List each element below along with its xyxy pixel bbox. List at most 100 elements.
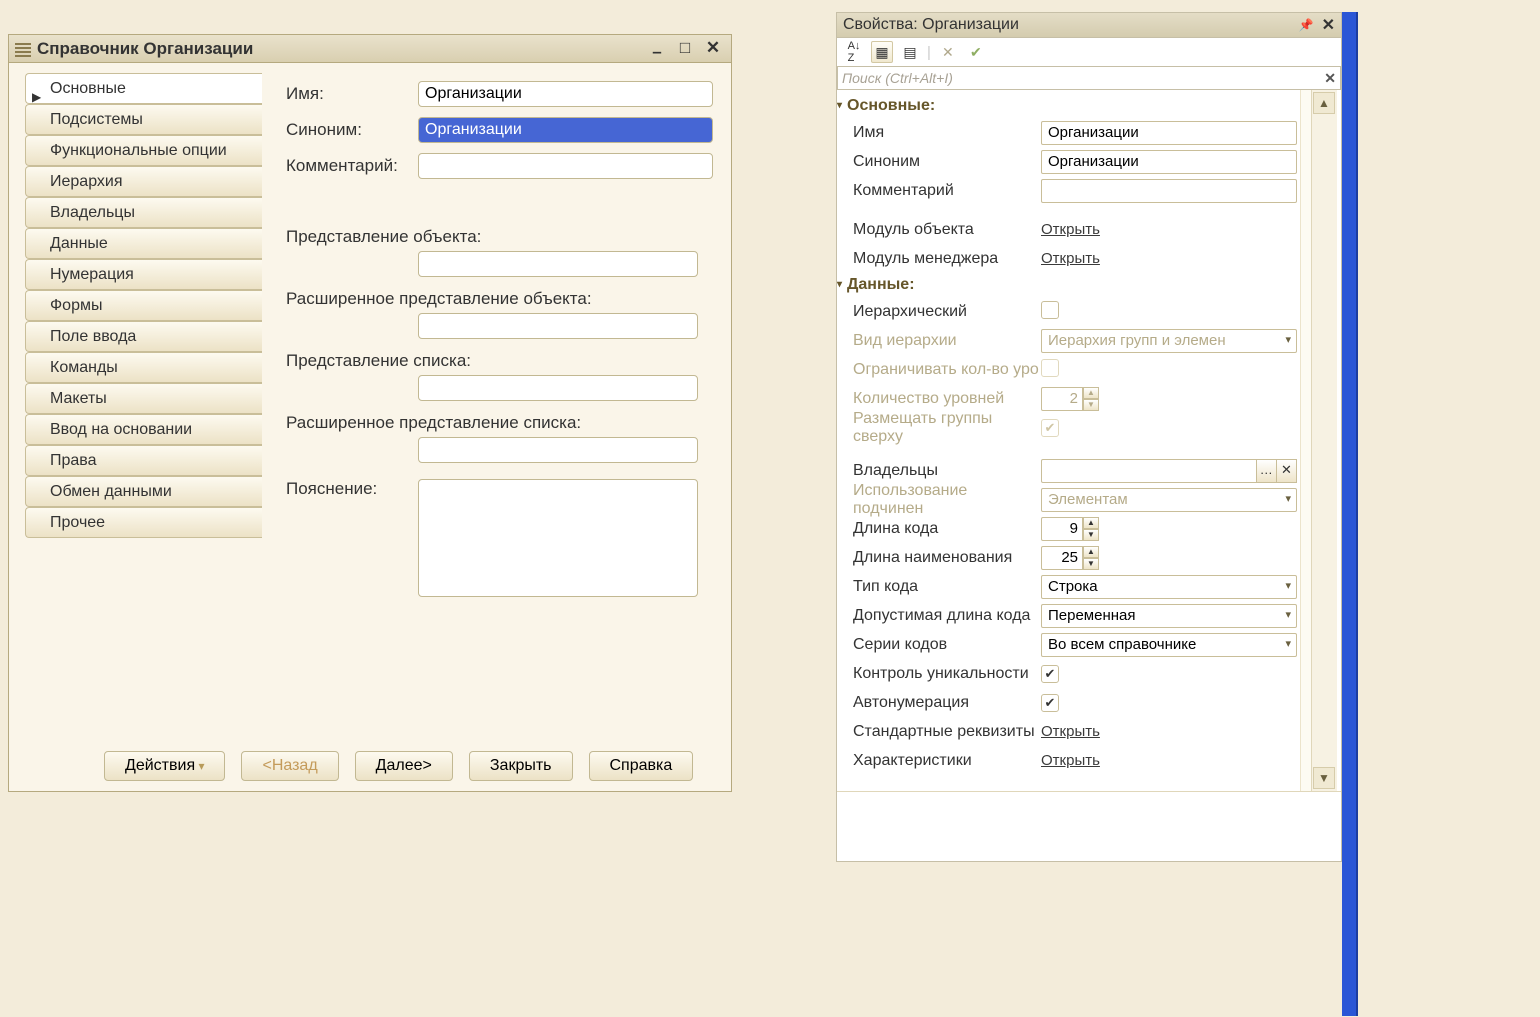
nav-exchange[interactable]: Обмен данными bbox=[25, 476, 262, 507]
nav-hierarchy[interactable]: Иерархия bbox=[25, 166, 262, 197]
p-subord-select bbox=[1041, 488, 1297, 512]
section-main[interactable]: Основные: bbox=[837, 94, 1341, 118]
p-mgr-module-open[interactable]: Открыть bbox=[1041, 250, 1100, 267]
obj-repr-input[interactable] bbox=[418, 251, 698, 277]
ext-list-repr-input[interactable] bbox=[418, 437, 698, 463]
p-code-type-select[interactable] bbox=[1041, 575, 1297, 599]
p-code-len-spin[interactable]: ▲▼ bbox=[1041, 517, 1297, 541]
delete-icon[interactable]: ✕ bbox=[937, 41, 959, 63]
nav-other[interactable]: Прочее bbox=[25, 507, 262, 538]
p-owners-select-button[interactable]: … bbox=[1257, 459, 1277, 483]
p-char-label: Характеристики bbox=[853, 752, 1041, 770]
ext-obj-repr-input[interactable] bbox=[418, 313, 698, 339]
explain-textarea[interactable] bbox=[418, 479, 698, 597]
p-levels-spin: ▲▼ bbox=[1041, 387, 1297, 411]
p-groups-top-label: Размещать группы сверху bbox=[853, 410, 1041, 446]
close-button[interactable]: Закрыть bbox=[469, 751, 573, 781]
properties-panel: Свойства: Организации 📌 ✕ A↓Z ▦ ▤ | ✕ ✔ … bbox=[836, 12, 1342, 862]
p-hier-type-label: Вид иерархии bbox=[853, 332, 1041, 350]
property-pages-icon[interactable]: ▤ bbox=[899, 41, 921, 63]
nav-column: Основные Подсистемы Функциональные опции… bbox=[9, 63, 262, 741]
comment-label: Комментарий: bbox=[286, 156, 418, 176]
nav-owners[interactable]: Владельцы bbox=[25, 197, 262, 228]
catalog-icon bbox=[15, 41, 31, 57]
synonym-label: Синоним: bbox=[286, 120, 418, 140]
p-comment-input[interactable] bbox=[1041, 179, 1297, 203]
minimize-button[interactable] bbox=[645, 39, 669, 59]
p-owners-input[interactable] bbox=[1041, 459, 1257, 483]
p-name-len-spin[interactable]: ▲▼ bbox=[1041, 546, 1297, 570]
p-synonym-input[interactable] bbox=[1041, 150, 1297, 174]
name-label: Имя: bbox=[286, 84, 418, 104]
next-button[interactable]: Далее> bbox=[355, 751, 453, 781]
section-data[interactable]: Данные: bbox=[837, 273, 1341, 297]
panel-search[interactable]: Поиск (Ctrl+Alt+I) ✕ bbox=[837, 66, 1341, 90]
scroll-rail-outer[interactable] bbox=[1311, 90, 1337, 791]
app-right-splitter[interactable] bbox=[1342, 12, 1356, 1016]
panel-description-area bbox=[837, 791, 1341, 861]
search-clear-icon[interactable]: ✕ bbox=[1324, 70, 1336, 87]
nav-main[interactable]: Основные bbox=[25, 73, 262, 104]
p-std-attr-open[interactable]: Открыть bbox=[1041, 723, 1100, 740]
pin-icon[interactable]: 📌 bbox=[1299, 18, 1314, 32]
p-owners-clear-button[interactable]: ✕ bbox=[1277, 459, 1297, 483]
apply-icon[interactable]: ✔ bbox=[965, 41, 987, 63]
actions-button[interactable]: Действия bbox=[104, 751, 225, 781]
panel-title: Свойства: Организации bbox=[843, 16, 1019, 34]
comment-input[interactable] bbox=[418, 153, 713, 179]
p-obj-module-label: Модуль объекта bbox=[853, 221, 1041, 239]
p-mgr-module-label: Модуль менеджера bbox=[853, 250, 1041, 268]
p-owners-label: Владельцы bbox=[853, 462, 1041, 480]
app-right-edge bbox=[1356, 12, 1358, 1016]
p-name-input[interactable] bbox=[1041, 121, 1297, 145]
p-hier-type-select bbox=[1041, 329, 1297, 353]
nav-rights[interactable]: Права bbox=[25, 445, 262, 476]
synonym-input[interactable] bbox=[418, 117, 713, 143]
panel-close-button[interactable]: ✕ bbox=[1322, 15, 1335, 35]
p-levels-label: Количество уровней bbox=[853, 390, 1041, 408]
explain-label: Пояснение: bbox=[286, 479, 418, 597]
nav-input-field[interactable]: Поле ввода bbox=[25, 321, 262, 352]
list-repr-input[interactable] bbox=[418, 375, 698, 401]
p-autonum-check[interactable]: ✔ bbox=[1041, 694, 1059, 712]
ext-list-repr-label: Расширенное представление списка: bbox=[286, 413, 713, 433]
window-titlebar[interactable]: Справочник Организации bbox=[9, 35, 731, 63]
search-placeholder: Поиск (Ctrl+Alt+I) bbox=[842, 70, 953, 86]
p-synonym-label: Синоним bbox=[853, 153, 1041, 171]
back-button[interactable]: <Назад bbox=[241, 751, 338, 781]
p-code-series-select[interactable] bbox=[1041, 633, 1297, 657]
nav-commands[interactable]: Команды bbox=[25, 352, 262, 383]
p-char-open[interactable]: Открыть bbox=[1041, 752, 1100, 769]
panel-toolbar: A↓Z ▦ ▤ | ✕ ✔ bbox=[837, 38, 1341, 66]
p-allowed-len-select[interactable] bbox=[1041, 604, 1297, 628]
sort-az-icon[interactable]: A↓Z bbox=[843, 41, 865, 63]
nav-templates[interactable]: Макеты bbox=[25, 383, 262, 414]
name-input[interactable] bbox=[418, 81, 713, 107]
window-close-button[interactable] bbox=[701, 39, 725, 59]
p-allowed-len-label: Допустимая длина кода bbox=[853, 607, 1041, 625]
p-std-attr-label: Стандартные реквизиты bbox=[853, 723, 1041, 741]
window-footer: Действия <Назад Далее> Закрыть Справка bbox=[9, 741, 731, 791]
nav-func-options[interactable]: Функциональные опции bbox=[25, 135, 262, 166]
nav-input-on-basis[interactable]: Ввод на основании bbox=[25, 414, 262, 445]
categorized-icon[interactable]: ▦ bbox=[871, 41, 893, 63]
help-button[interactable]: Справка bbox=[589, 751, 694, 781]
p-autonum-label: Автонумерация bbox=[853, 694, 1041, 712]
scroll-down-arrow[interactable]: ▼ bbox=[1313, 767, 1335, 789]
p-name-label: Имя bbox=[853, 124, 1041, 142]
p-subord-label: Использование подчинен bbox=[853, 482, 1041, 518]
p-comment-label: Комментарий bbox=[853, 182, 1041, 200]
p-code-type-label: Тип кода bbox=[853, 578, 1041, 596]
nav-forms[interactable]: Формы bbox=[25, 290, 262, 321]
panel-titlebar[interactable]: Свойства: Организации 📌 ✕ bbox=[837, 13, 1341, 38]
p-obj-module-open[interactable]: Открыть bbox=[1041, 221, 1100, 238]
nav-data[interactable]: Данные bbox=[25, 228, 262, 259]
p-hier-label: Иерархический bbox=[853, 303, 1041, 321]
nav-subsystems[interactable]: Подсистемы bbox=[25, 104, 262, 135]
scroll-rail-inner[interactable] bbox=[1300, 90, 1311, 791]
p-unique-check[interactable]: ✔ bbox=[1041, 665, 1059, 683]
p-hier-check[interactable] bbox=[1041, 301, 1059, 319]
p-unique-label: Контроль уникальности bbox=[853, 665, 1041, 683]
nav-numbering[interactable]: Нумерация bbox=[25, 259, 262, 290]
maximize-button[interactable] bbox=[673, 39, 697, 59]
